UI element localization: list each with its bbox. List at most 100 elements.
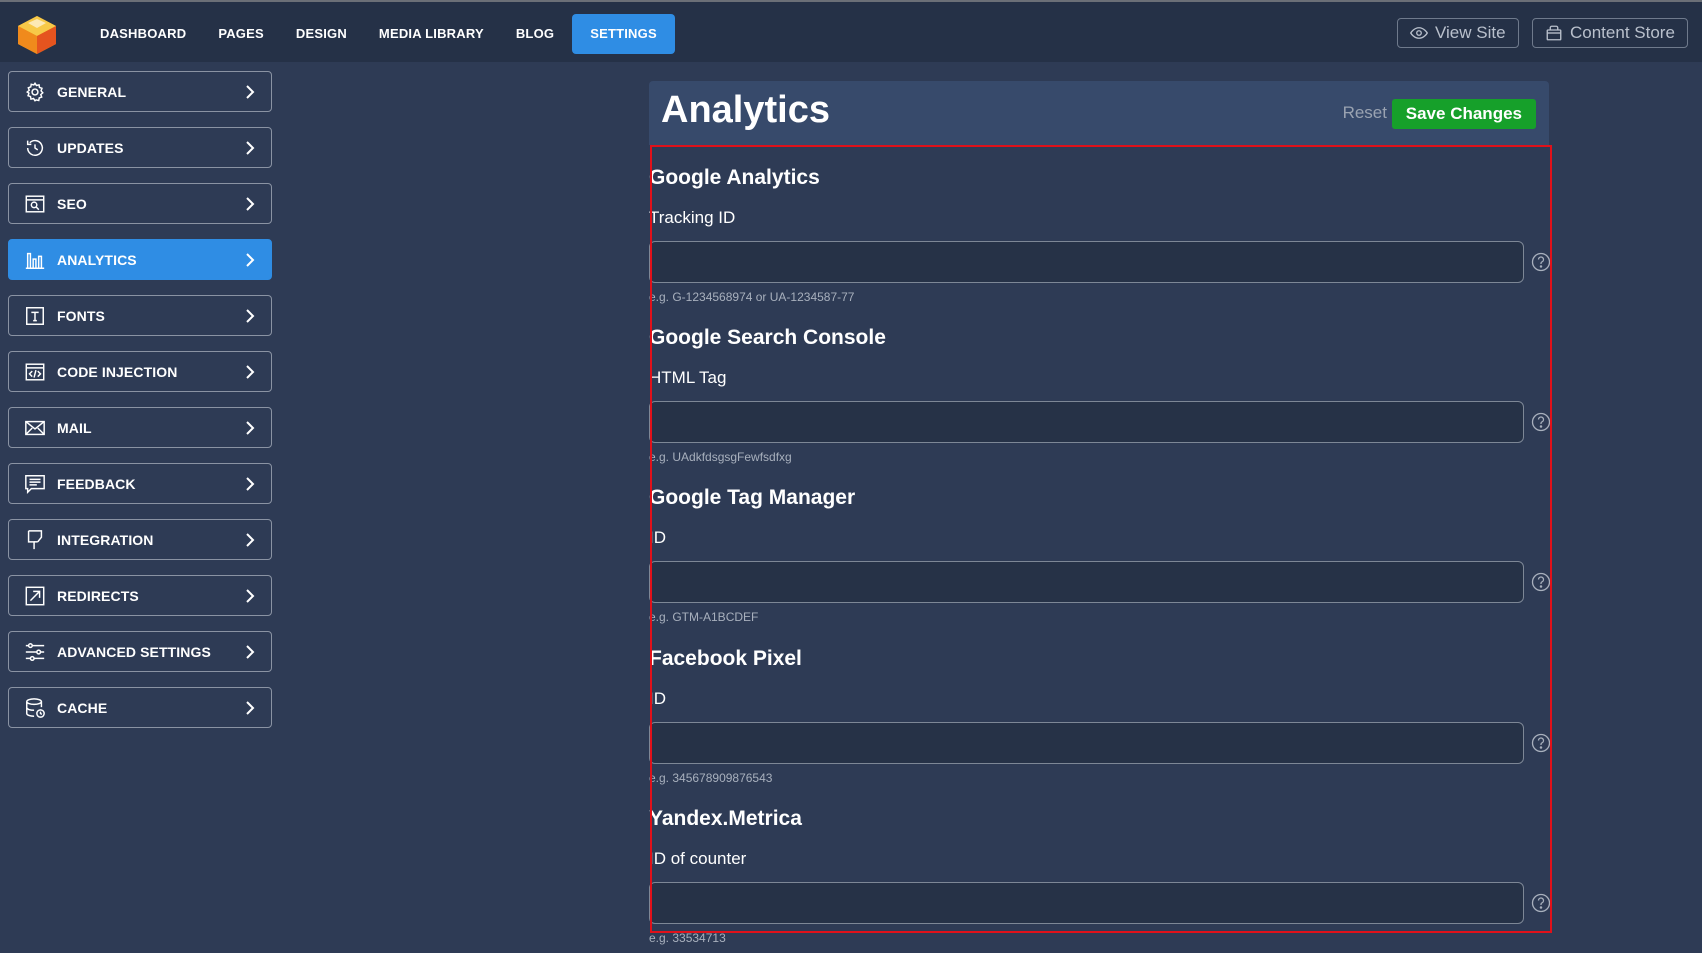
view-site-button[interactable]: View Site — [1397, 18, 1519, 48]
chevron-right-icon — [246, 476, 255, 491]
sidebar-item-feedback[interactable]: FEEDBACK — [8, 463, 272, 504]
help-icon[interactable] — [1531, 733, 1551, 753]
sidebar-item-label: CACHE — [57, 699, 108, 716]
top-navigation-bar: DASHBOARD PAGES DESIGN MEDIA LIBRARY BLO… — [0, 0, 1702, 62]
sliders-icon — [23, 640, 47, 664]
redirect-icon — [23, 584, 47, 608]
help-icon[interactable] — [1531, 252, 1551, 272]
history-icon — [23, 136, 47, 160]
content-store-button[interactable]: Content Store — [1532, 18, 1688, 48]
chevron-right-icon — [246, 308, 255, 323]
input-row — [649, 241, 1551, 283]
gear-icon — [23, 80, 47, 104]
sidebar-item-label: FONTS — [57, 307, 105, 324]
section-title: Google Search Console — [649, 326, 886, 349]
input-row — [649, 561, 1551, 603]
field-label: ID of counter — [649, 849, 747, 868]
sidebar-item-mail[interactable]: MAIL — [8, 407, 272, 448]
reset-button[interactable]: Reset — [1343, 103, 1387, 123]
sidebar-item-label: CODE INJECTION — [57, 363, 178, 380]
field-label: ID — [649, 528, 666, 547]
section-title: Facebook Pixel — [649, 647, 802, 670]
mail-icon — [23, 416, 47, 440]
chevron-right-icon — [246, 140, 255, 155]
chevron-right-icon — [246, 644, 255, 659]
font-icon — [23, 304, 47, 328]
field-hint: e.g. 33534713 — [649, 931, 726, 945]
sidebar-item-advanced-settings[interactable]: ADVANCED SETTINGS — [8, 631, 272, 672]
field-hint: e.g. GTM-A1BCDEF — [649, 610, 759, 624]
facebook-pixel-id-input[interactable] — [649, 722, 1524, 764]
sidebar-item-label: ANALYTICS — [57, 251, 137, 268]
sidebar-item-general[interactable]: GENERAL — [8, 71, 272, 112]
feedback-icon — [23, 472, 47, 496]
sidebar-item-label: ADVANCED SETTINGS — [57, 643, 211, 660]
integration-icon — [23, 528, 47, 552]
input-row — [649, 401, 1551, 443]
code-icon — [23, 360, 47, 384]
database-icon — [23, 696, 47, 720]
logo-icon[interactable] — [14, 14, 60, 56]
seo-icon — [23, 192, 47, 216]
nav-dashboard[interactable]: DASHBOARD — [84, 14, 202, 54]
counter-id-input[interactable] — [649, 882, 1524, 924]
facebook-pixel-section: Facebook Pixel ID e.g. 345678909876543 — [649, 647, 1551, 787]
store-icon — [1546, 25, 1562, 41]
section-title: Google Analytics — [649, 166, 820, 189]
chevron-right-icon — [246, 532, 255, 547]
sidebar-item-fonts[interactable]: FONTS — [8, 295, 272, 336]
content-store-label: Content Store — [1570, 23, 1675, 42]
chevron-right-icon — [246, 364, 255, 379]
sidebar-item-label: MAIL — [57, 419, 92, 436]
input-row — [649, 722, 1551, 764]
sidebar-item-analytics[interactable]: ANALYTICS — [8, 239, 272, 280]
google-search-console-section: Google Search Console HTML Tag e.g. UAdk… — [649, 326, 1551, 466]
sidebar-item-label: FEEDBACK — [57, 475, 136, 492]
field-hint: e.g. UAdkfdsgsgFewfsdfxg — [649, 450, 792, 464]
chevron-right-icon — [246, 588, 255, 603]
help-icon[interactable] — [1531, 572, 1551, 592]
html-tag-input[interactable] — [649, 401, 1524, 443]
chevron-right-icon — [246, 252, 255, 267]
help-icon[interactable] — [1531, 893, 1551, 913]
panel-header: Analytics Reset Save Changes — [649, 81, 1549, 145]
section-title: Yandex.Metrica — [649, 807, 802, 830]
eye-icon — [1410, 27, 1428, 39]
sidebar-item-updates[interactable]: UPDATES — [8, 127, 272, 168]
chevron-right-icon — [246, 196, 255, 211]
yandex-metrica-section: Yandex.Metrica ID of counter e.g. 335347… — [649, 807, 1551, 947]
sidebar-item-label: REDIRECTS — [57, 587, 139, 604]
nav-pages[interactable]: PAGES — [202, 14, 280, 54]
tracking-id-input[interactable] — [649, 241, 1524, 283]
input-row — [649, 882, 1551, 924]
settings-sidebar: GENERAL UPDATES SEO ANALYTICS FONTS CODE — [8, 71, 272, 743]
google-tag-manager-section: Google Tag Manager ID e.g. GTM-A1BCDEF — [649, 486, 1551, 626]
sidebar-item-label: GENERAL — [57, 83, 127, 100]
nav-media-library[interactable]: MEDIA LIBRARY — [363, 14, 500, 54]
gtm-id-input[interactable] — [649, 561, 1524, 603]
help-icon[interactable] — [1531, 412, 1551, 432]
view-site-label: View Site — [1435, 23, 1506, 42]
chevron-right-icon — [246, 84, 255, 99]
sidebar-item-cache[interactable]: CACHE — [8, 687, 272, 728]
field-label: Tracking ID — [649, 208, 736, 227]
section-title: Google Tag Manager — [649, 486, 856, 509]
google-analytics-section: Google Analytics Tracking ID e.g. G-1234… — [649, 166, 1551, 306]
page-title: Analytics — [661, 89, 830, 131]
chevron-right-icon — [246, 420, 255, 435]
chevron-right-icon — [246, 700, 255, 715]
sidebar-item-redirects[interactable]: REDIRECTS — [8, 575, 272, 616]
bar-chart-icon — [23, 248, 47, 272]
field-hint: e.g. 345678909876543 — [649, 771, 773, 785]
nav-blog[interactable]: BLOG — [500, 14, 570, 54]
sidebar-item-label: UPDATES — [57, 139, 124, 156]
sidebar-item-label: INTEGRATION — [57, 531, 154, 548]
sidebar-item-code-injection[interactable]: CODE INJECTION — [8, 351, 272, 392]
nav-settings[interactable]: SETTINGS — [572, 14, 675, 54]
sidebar-item-label: SEO — [57, 195, 87, 212]
sidebar-item-integration[interactable]: INTEGRATION — [8, 519, 272, 560]
nav-design[interactable]: DESIGN — [280, 14, 363, 54]
sidebar-item-seo[interactable]: SEO — [8, 183, 272, 224]
field-label: HTML Tag — [649, 368, 727, 387]
save-changes-button[interactable]: Save Changes — [1391, 99, 1536, 129]
